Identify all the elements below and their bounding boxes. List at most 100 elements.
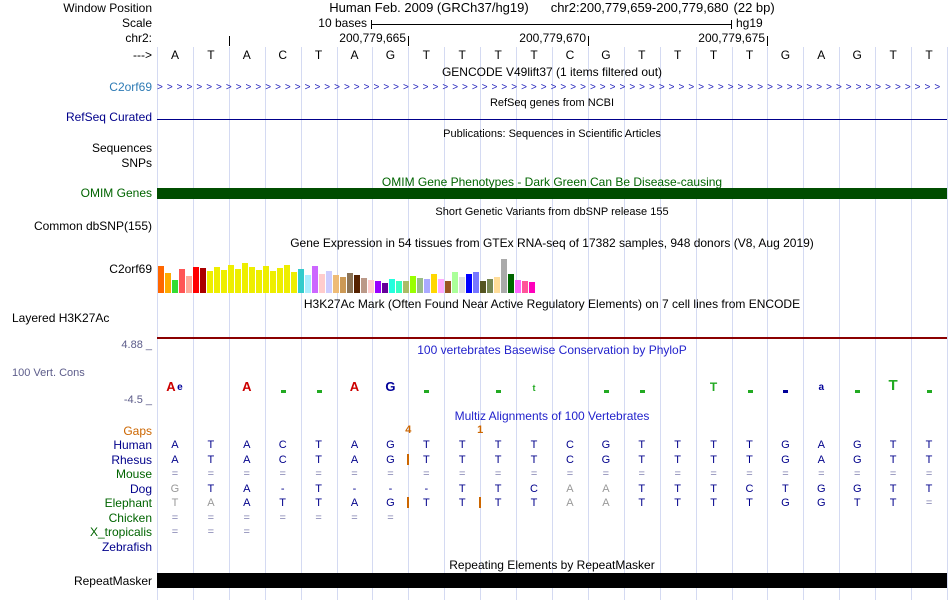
alignment-base: =	[244, 468, 250, 480]
alignment-base: G	[386, 439, 395, 451]
phylop-glyph: A	[350, 380, 359, 393]
alignment-base: A	[351, 439, 358, 451]
sequence-base: G	[386, 49, 395, 62]
insert-marker	[407, 497, 409, 508]
assembly-name: hg19	[736, 17, 763, 29]
alignment-base: G	[781, 454, 790, 466]
phylop-glyph: A	[242, 380, 251, 393]
phylop-glyph: t	[533, 384, 536, 393]
sequence-base: A	[171, 49, 179, 62]
species-label-x_tropicalis[interactable]: X_tropicalis	[0, 526, 152, 538]
alignment-base: T	[926, 454, 933, 466]
alignment-base: T	[459, 497, 466, 509]
species-label-chicken[interactable]: Chicken	[0, 512, 152, 524]
gtex-tissue-bar	[368, 280, 374, 293]
sequence-base: A	[817, 49, 825, 62]
alignment-base: T	[207, 439, 214, 451]
refseq-gene-line[interactable]	[157, 119, 947, 120]
gtex-tissue-bar	[221, 270, 227, 293]
sequence-base: T	[530, 49, 537, 62]
alignment-base: T	[638, 483, 645, 495]
sequence-base: T	[423, 49, 430, 62]
phylop-glyph: e	[177, 383, 183, 393]
window-position-label: Window Position	[0, 2, 152, 14]
h3k27ac-signal-line	[157, 337, 947, 339]
alignment-base: =	[208, 468, 214, 480]
refseq-curated-label[interactable]: RefSeq Curated	[0, 111, 152, 123]
alignment-base: T	[495, 439, 502, 451]
ruler-coordinate: 200,779,670	[519, 32, 586, 44]
gtex-tissue-bar	[431, 274, 437, 293]
alignment-base: T	[423, 497, 430, 509]
species-label-zebrafish[interactable]: Zebrafish	[0, 541, 152, 553]
alignment-base: =	[782, 468, 788, 480]
gtex-tissue-bar	[417, 278, 423, 293]
alignment-base: T	[890, 454, 897, 466]
sequence-base: A	[350, 49, 358, 62]
multiz-track-title: Multiz Alignments of 100 Vertebrates	[157, 410, 947, 422]
gencode-gene-label[interactable]: C2orf69	[0, 81, 152, 93]
gtex-tissue-bar	[277, 268, 283, 293]
species-label-mouse[interactable]: Mouse	[0, 468, 152, 480]
alignment-base: =	[208, 512, 214, 524]
alignment-base: T	[315, 439, 322, 451]
assembly-title: Human Feb. 2009 (GRCh37/hg19)	[329, 0, 528, 15]
ruler-coordinate: 200,779,665	[339, 32, 406, 44]
alignment-base: =	[926, 497, 932, 509]
species-label-dog[interactable]: Dog	[0, 483, 152, 495]
alignment-base: A	[207, 497, 214, 509]
species-label-elephant[interactable]: Elephant	[0, 497, 152, 509]
species-label-human[interactable]: Human	[0, 439, 152, 451]
sequence-base: G	[601, 49, 610, 62]
ruler-tick	[229, 36, 230, 46]
gtex-tissue-bar	[438, 279, 444, 293]
gtex-tissue-bar	[291, 272, 297, 293]
sequence-base: T	[746, 49, 753, 62]
phylop-glyph: G	[385, 380, 395, 393]
phylop-tick	[604, 390, 609, 393]
alignment-base: T	[638, 439, 645, 451]
alignment-base: =	[172, 512, 178, 524]
alignment-base: C	[746, 483, 754, 495]
alignment-base: -	[424, 483, 428, 495]
alignment-base: T	[207, 454, 214, 466]
alignment-base: =	[172, 468, 178, 480]
alignment-base: A	[243, 497, 250, 509]
gtex-tissue-bar	[179, 269, 185, 293]
phylop-tick	[640, 390, 645, 393]
alignment-base: C	[566, 439, 574, 451]
alignment-base: T	[172, 497, 179, 509]
dbsnp-track-label[interactable]: Common dbSNP(155)	[0, 220, 152, 232]
ruler-coordinate: 200,779,675	[698, 32, 765, 44]
alignment-base: T	[854, 497, 861, 509]
gencode-gene-arrows[interactable]: >>>>>>>>>>>>>>>>>>>>>>>>>>>>>>>>>>>>>>>>…	[157, 83, 947, 93]
repeatmasker-element-bar[interactable]	[157, 573, 947, 588]
alignment-base: =	[603, 468, 609, 480]
gtex-tissue-bar	[235, 269, 241, 293]
refseq-track-title: RefSeq genes from NCBI	[157, 97, 947, 109]
repeatmasker-track-label[interactable]: RepeatMasker	[0, 575, 152, 587]
h3k27ac-track-label[interactable]: Layered H3K27Ac	[0, 312, 152, 324]
gtex-tissue-bar	[298, 269, 304, 293]
alignment-base: G	[602, 439, 611, 451]
phylop-track-label[interactable]: 100 Vert. Cons	[0, 367, 152, 379]
gtex-tissue-bar	[375, 281, 381, 293]
omim-genes-label[interactable]: OMIM Genes	[0, 187, 152, 199]
omim-gene-bar[interactable]	[157, 188, 947, 199]
publications-snps-label[interactable]: SNPs	[0, 157, 152, 169]
gtex-tissue-bar	[312, 266, 318, 293]
gtex-tissue-bar	[515, 280, 521, 293]
species-label-rhesus[interactable]: Rhesus	[0, 454, 152, 466]
publications-sequences-label[interactable]: Sequences	[0, 142, 152, 154]
gtex-tissue-bar	[529, 282, 535, 293]
window-size: (22 bp)	[734, 0, 775, 15]
gtex-tissue-bar	[494, 277, 500, 293]
gtex-gene-label[interactable]: C2orf69	[0, 263, 152, 275]
gtex-tissue-bar	[249, 267, 255, 293]
alignment-base: T	[674, 454, 681, 466]
sequence-base: C	[278, 49, 287, 62]
alignment-base: -	[281, 483, 285, 495]
alignment-base: T	[710, 483, 717, 495]
alignment-base: =	[926, 468, 932, 480]
alignment-base: =	[710, 468, 716, 480]
